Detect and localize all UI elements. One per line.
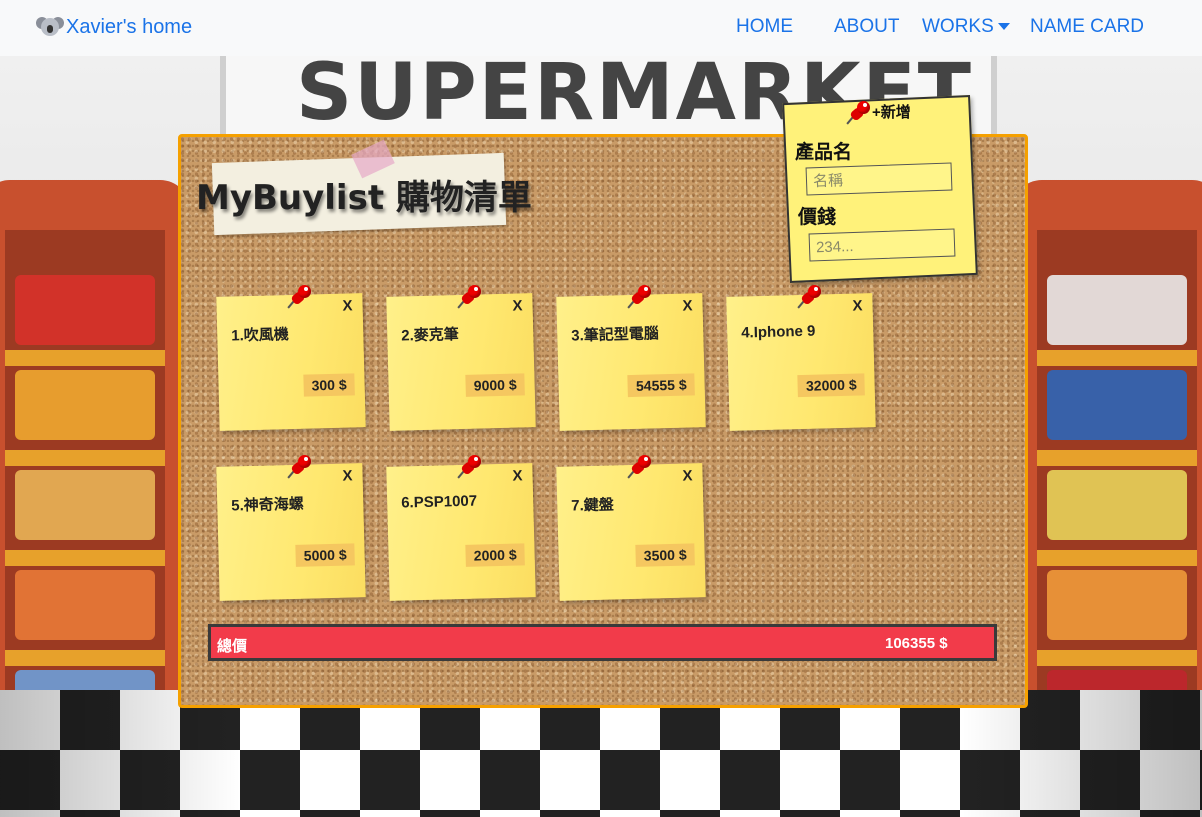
list-item: 2.麥克筆 X 9000 $ [386, 293, 536, 431]
list-item: 6.PSP1007 X 2000 $ [386, 463, 536, 601]
brand-text: Xavier's home [66, 15, 193, 38]
item-name: 6.PSP1007 [400, 492, 478, 512]
nav-works-label: WORKS [922, 16, 994, 37]
delete-button[interactable]: X [852, 297, 862, 314]
total-value: 106355 $ [885, 635, 948, 652]
item-price: 3500 $ [635, 543, 695, 567]
nav-home[interactable]: HOME [736, 16, 793, 38]
total-bar: 總價 106355 $ [208, 624, 997, 661]
caret-down-icon [997, 23, 1010, 31]
navbar: Xavier's home HOME ABOUT WORKS NAME CARD [0, 0, 1202, 56]
item-name: 3.筆記型電腦 [571, 325, 660, 345]
product-name-label: 產品名 [795, 142, 853, 163]
item-price: 5000 $ [295, 543, 355, 567]
product-name-input[interactable] [805, 162, 953, 196]
item-name: 7.鍵盤 [571, 496, 615, 515]
item-price: 9000 $ [465, 373, 525, 397]
delete-button[interactable]: X [342, 467, 352, 484]
delete-button[interactable]: X [682, 297, 692, 314]
pushpin-icon [457, 455, 481, 479]
list-item: 5.神奇海螺 X 5000 $ [216, 463, 366, 601]
nav-works-dropdown[interactable]: WORKS [922, 16, 1010, 38]
pushpin-icon [627, 455, 651, 479]
list-item: 4.Iphone 9 X 32000 $ [726, 293, 876, 431]
list-item: 1.吹風機 X 300 $ [216, 293, 366, 431]
koala-icon [36, 15, 64, 39]
delete-button[interactable]: X [512, 297, 522, 314]
item-price: 2000 $ [465, 543, 525, 567]
price-label: 價錢 [798, 207, 837, 228]
item-price: 54555 $ [627, 373, 695, 398]
delete-button[interactable]: X [512, 467, 522, 484]
nav-about[interactable]: ABOUT [834, 16, 899, 38]
page-title: MyBuylist 購物清單 [196, 178, 532, 218]
pushpin-icon [287, 285, 311, 309]
price-input[interactable] [808, 228, 956, 262]
pushpin-icon [846, 101, 870, 125]
add-button[interactable]: +新增 [872, 101, 911, 122]
list-item: 7.鍵盤 X 3500 $ [556, 463, 706, 601]
pushpin-icon [287, 455, 311, 479]
item-name: 2.麥克筆 [401, 326, 460, 345]
item-name: 1.吹風機 [231, 326, 290, 345]
brand-link[interactable]: Xavier's home [36, 15, 192, 39]
total-label: 總價 [217, 638, 248, 655]
item-name: 5.神奇海螺 [231, 495, 305, 515]
pushpin-icon [457, 285, 481, 309]
nav-name-card[interactable]: NAME CARD [1030, 16, 1144, 38]
pushpin-icon [797, 285, 821, 309]
item-price: 32000 $ [797, 373, 865, 398]
list-item: 3.筆記型電腦 X 54555 $ [556, 293, 706, 431]
delete-button[interactable]: X [682, 467, 692, 484]
item-name: 4.Iphone 9 [740, 322, 816, 342]
item-price: 300 $ [303, 373, 355, 397]
pushpin-icon [627, 285, 651, 309]
delete-button[interactable]: X [342, 297, 352, 314]
